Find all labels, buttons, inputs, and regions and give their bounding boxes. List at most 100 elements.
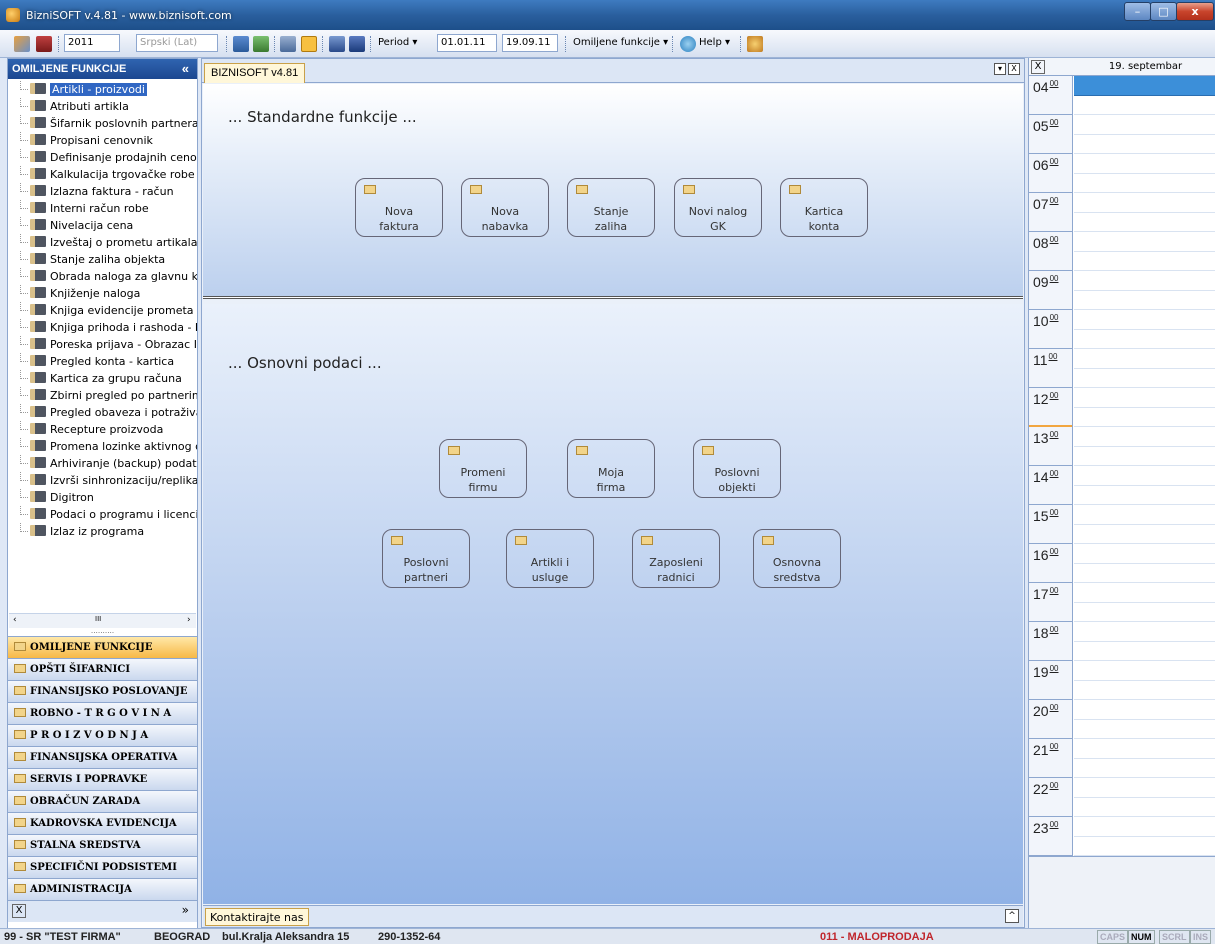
favorite-item[interactable]: Izvrši sinhronizaciju/replika — [8, 472, 197, 489]
date-to-field[interactable]: 19.09.11 — [502, 34, 558, 52]
favorite-item[interactable]: Izlazna faktura - račun — [8, 183, 197, 200]
favorite-item[interactable]: Definisanje prodajnih cenov — [8, 149, 197, 166]
favorite-item[interactable]: Arhiviranje (backup) podata — [8, 455, 197, 472]
favorite-item[interactable]: Atributi artikla — [8, 98, 197, 115]
horizontal-scrollbar[interactable]: ‹ III › — [9, 613, 196, 628]
favorite-item[interactable]: Podaci o programu i licenci — [8, 506, 197, 523]
category-item[interactable]: ADMINISTRACIJA — [8, 878, 197, 900]
category-item[interactable]: STALNA SREDSTVA — [8, 834, 197, 856]
time-slot[interactable] — [1074, 212, 1215, 232]
time-slot[interactable] — [1074, 407, 1215, 427]
function-button[interactable]: Nova nabavka — [461, 178, 549, 237]
time-slots[interactable] — [1074, 76, 1215, 856]
favorite-item[interactable]: Artikli - proizvodi — [8, 81, 197, 98]
favorite-item[interactable]: Knjiženje naloga — [8, 285, 197, 302]
category-item[interactable]: P R O I Z V O D N J A — [8, 724, 197, 746]
category-item[interactable]: SPECIFIČNI PODSISTEMI — [8, 856, 197, 878]
favorite-item[interactable]: Kalkulacija trgovačke robe — [8, 166, 197, 183]
company-switch-icon[interactable] — [14, 36, 30, 52]
favorite-item[interactable]: Propisani cenovnik — [8, 132, 197, 149]
close-icon[interactable]: X — [12, 904, 26, 918]
list-icon[interactable] — [301, 36, 317, 52]
function-button[interactable]: Poslovni partneri — [382, 529, 470, 588]
favorite-item[interactable]: Nivelacija cena — [8, 217, 197, 234]
scroll-left-arrow[interactable]: ‹ — [13, 615, 17, 625]
collapse-button[interactable]: « — [182, 59, 189, 79]
scroll-right-arrow[interactable]: › — [187, 615, 191, 625]
time-slot[interactable] — [1074, 466, 1215, 486]
favorites-menu[interactable]: Omiljene funkcije ▾ — [573, 34, 668, 54]
scroll-thumb[interactable]: III — [95, 615, 101, 623]
minimize-button[interactable]: – — [1124, 2, 1151, 21]
time-slot[interactable] — [1074, 310, 1215, 330]
favorite-item[interactable]: Pregled obaveza i potraživa — [8, 404, 197, 421]
time-slot[interactable] — [1074, 349, 1215, 369]
period-menu[interactable]: Period ▾ — [378, 34, 417, 54]
function-button[interactable]: Artikli i usluge — [506, 529, 594, 588]
category-item[interactable]: OMILJENE FUNKCIJE — [8, 636, 197, 658]
function-button[interactable]: Moja firma — [567, 439, 655, 498]
favorite-item[interactable]: Šifarnik poslovnih partnera — [8, 115, 197, 132]
time-slot[interactable] — [1074, 193, 1215, 213]
time-slot[interactable] — [1074, 173, 1215, 193]
time-slot[interactable] — [1074, 544, 1215, 564]
time-slot[interactable] — [1074, 661, 1215, 681]
category-item[interactable]: ROBNO - T R G O V I N A — [8, 702, 197, 724]
time-slot[interactable] — [1074, 134, 1215, 154]
favorite-item[interactable]: Obrada naloga za glavnu kı — [8, 268, 197, 285]
time-slot[interactable] — [1074, 622, 1215, 642]
language-select[interactable]: Srpski (Lat) — [136, 34, 218, 52]
time-slot[interactable] — [1074, 446, 1215, 466]
time-slot[interactable] — [1074, 778, 1215, 798]
time-slot[interactable] — [1074, 739, 1215, 759]
favorite-item[interactable]: Izlaz iz programa — [8, 523, 197, 540]
time-slot[interactable] — [1074, 563, 1215, 583]
favorite-item[interactable]: Kartica za grupu računa — [8, 370, 197, 387]
category-item[interactable]: FINANSIJSKO POSLOVANJE — [8, 680, 197, 702]
tab-close-button[interactable]: X — [1008, 63, 1020, 75]
time-slot[interactable] — [1074, 485, 1215, 505]
tab-menu-button[interactable]: ▾ — [994, 63, 1006, 75]
close-button[interactable]: x — [1176, 2, 1214, 21]
function-button[interactable]: Novi nalog GK — [674, 178, 762, 237]
time-slot[interactable] — [1074, 388, 1215, 408]
favorite-item[interactable]: Knjiga evidencije prometa i — [8, 302, 197, 319]
time-slot[interactable] — [1074, 76, 1215, 96]
time-slot[interactable] — [1074, 700, 1215, 720]
contact-us-tab[interactable]: Kontaktirajte nas — [205, 908, 309, 926]
expand-up-button[interactable]: ^ — [1005, 909, 1019, 923]
time-slot[interactable] — [1074, 758, 1215, 778]
tab-biznisoft[interactable]: BIZNISOFT v4.81 — [204, 63, 306, 83]
favorite-item[interactable]: Digitron — [8, 489, 197, 506]
help-menu[interactable]: Help ▾ — [699, 34, 730, 54]
time-slot[interactable] — [1074, 251, 1215, 271]
time-slot[interactable] — [1074, 602, 1215, 622]
favorite-item[interactable]: Knjiga prihoda i rashoda - I — [8, 319, 197, 336]
time-slot[interactable] — [1074, 427, 1215, 447]
category-item[interactable]: SERVIS I POPRAVKE — [8, 768, 197, 790]
splitter-grip[interactable]: ………. — [8, 628, 197, 636]
favorite-item[interactable]: Recepture proizvoda — [8, 421, 197, 438]
function-button[interactable]: Poslovni objekti — [693, 439, 781, 498]
year-select[interactable]: 2011 — [64, 34, 120, 52]
time-slot[interactable] — [1074, 154, 1215, 174]
time-slot[interactable] — [1074, 271, 1215, 291]
favorite-item[interactable]: Pregled konta - kartica — [8, 353, 197, 370]
tools-icon[interactable] — [747, 36, 763, 52]
function-button[interactable]: Nova faktura — [355, 178, 443, 237]
calendar-close-icon[interactable]: X — [1031, 60, 1045, 74]
grid-icon[interactable] — [329, 36, 345, 52]
tree-icon[interactable] — [233, 36, 249, 52]
time-slot[interactable] — [1074, 817, 1215, 837]
time-slot[interactable] — [1074, 680, 1215, 700]
calendar-icon[interactable] — [36, 36, 52, 52]
favorite-item[interactable]: Interni račun robe — [8, 200, 197, 217]
favorite-item[interactable]: Poreska prijava - Obrazac I — [8, 336, 197, 353]
favorite-item[interactable]: Promena lozinke aktivnog c — [8, 438, 197, 455]
favorite-item[interactable]: Zbirni pregled po partnerim — [8, 387, 197, 404]
time-slot[interactable] — [1074, 719, 1215, 739]
category-item[interactable]: OPŠTI ŠIFARNICI — [8, 658, 197, 680]
time-slot[interactable] — [1074, 797, 1215, 817]
time-slot[interactable] — [1074, 505, 1215, 525]
function-button[interactable]: Zaposleni radnici — [632, 529, 720, 588]
